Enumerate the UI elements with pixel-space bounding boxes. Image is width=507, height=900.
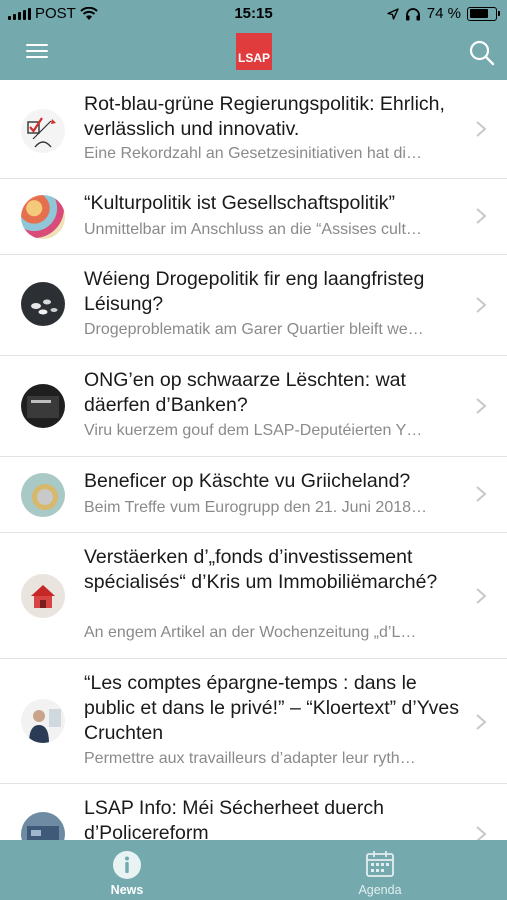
tab-agenda-label: Agenda xyxy=(358,883,402,897)
battery-percent: 74 % xyxy=(426,5,461,22)
top-bar: POST 15:15 74 % LSAP xyxy=(0,0,507,80)
euro-coin-photo xyxy=(21,473,65,517)
article-row[interactable]: Rot-blau-grüne Regierungspolitik: Ehrlic… xyxy=(0,80,507,179)
article-title: “Les comptes épargne-temps : dans le pub… xyxy=(84,672,460,744)
article-excerpt: An engem Artikel an der Wochenzeitung „d… xyxy=(84,624,417,641)
chevron-right-icon xyxy=(476,826,487,840)
article-row[interactable]: Wéieng Drogepolitik fir eng laangfristeg… xyxy=(0,255,507,356)
chevron-right-icon xyxy=(476,121,487,137)
article-title: Verstäerken d’„fonds d’investissement sp… xyxy=(84,546,438,593)
article-list: Rot-blau-grüne Regierungspolitik: Ehrlic… xyxy=(0,80,507,840)
chevron-right-icon xyxy=(476,208,487,224)
chevron-right-icon xyxy=(476,486,487,502)
article-title: Wéieng Drogepolitik fir eng laangfristeg… xyxy=(84,268,425,315)
hamburger-menu-icon[interactable] xyxy=(22,40,52,66)
police-photo xyxy=(21,812,65,840)
battery-fill xyxy=(469,9,488,18)
speaker-portrait-photo xyxy=(21,699,65,743)
article-excerpt: Eine Rekordzahl an Gesetzesinitiativen h… xyxy=(84,145,422,162)
red-house-photo xyxy=(21,574,65,618)
article-excerpt: Beim Treffe vum Eurogrupp den 21. Juni 2… xyxy=(84,499,428,516)
headphones-icon xyxy=(405,7,420,20)
search-icon[interactable] xyxy=(467,38,497,68)
colorful-beads-photo xyxy=(21,195,65,239)
article-row[interactable]: LSAP Info: Méi Sécherheet duerch d’Polic… xyxy=(0,784,507,840)
calendar-icon xyxy=(366,851,394,877)
tab-bar: News Agenda xyxy=(0,840,507,900)
status-bar: POST 15:15 74 % xyxy=(0,0,507,28)
article-excerpt: Drogeproblematik am Garer Quartier bleif… xyxy=(84,321,424,338)
tab-news[interactable]: News xyxy=(0,840,254,900)
article-row[interactable]: “Les comptes épargne-temps : dans le pub… xyxy=(0,659,507,784)
tab-news-label: News xyxy=(110,883,144,897)
tab-agenda[interactable]: Agenda xyxy=(253,840,507,900)
ballot-checkmark-icon xyxy=(21,109,65,153)
article-row[interactable]: “Kulturpolitik ist Gesellschaftspolitik”… xyxy=(0,179,507,255)
article-row[interactable]: Verstäerken d’„fonds d’investissement sp… xyxy=(0,533,507,659)
pills-photo xyxy=(21,282,65,326)
status-right: 74 % xyxy=(387,5,500,22)
article-excerpt: Viru kuerzem gouf dem LSAP-Deputéierten … xyxy=(84,422,423,439)
article-row[interactable]: Beneficer op Käschte vu Griicheland? Bei… xyxy=(0,457,507,533)
battery-icon xyxy=(467,6,500,21)
chevron-right-icon xyxy=(476,714,487,730)
article-title: LSAP Info: Méi Sécherheet duerch d’Polic… xyxy=(84,797,384,840)
dark-notebook-photo xyxy=(21,384,65,428)
chevron-right-icon xyxy=(476,588,487,604)
lsap-logo: LSAP xyxy=(236,33,272,70)
article-title: Rot-blau-grüne Regierungspolitik: Ehrlic… xyxy=(84,93,445,140)
article-excerpt: Unmittelbar im Anschluss an die “Assises… xyxy=(84,221,422,238)
article-title: ONG’en op schwaarze Lëschten: wat däerfe… xyxy=(84,369,406,416)
nav-bar: LSAP xyxy=(0,28,507,80)
article-title: “Kulturpolitik ist Gesellschaftspolitik” xyxy=(84,192,396,214)
article-excerpt: Permettre aux travailleurs d’adapter leu… xyxy=(84,750,416,767)
article-title: Beneficer op Käschte vu Griicheland? xyxy=(84,470,411,492)
location-icon xyxy=(387,7,399,20)
article-row[interactable]: ONG’en op schwaarze Lëschten: wat däerfe… xyxy=(0,356,507,457)
info-circle-icon xyxy=(113,851,141,879)
chevron-right-icon xyxy=(476,398,487,414)
chevron-right-icon xyxy=(476,297,487,313)
